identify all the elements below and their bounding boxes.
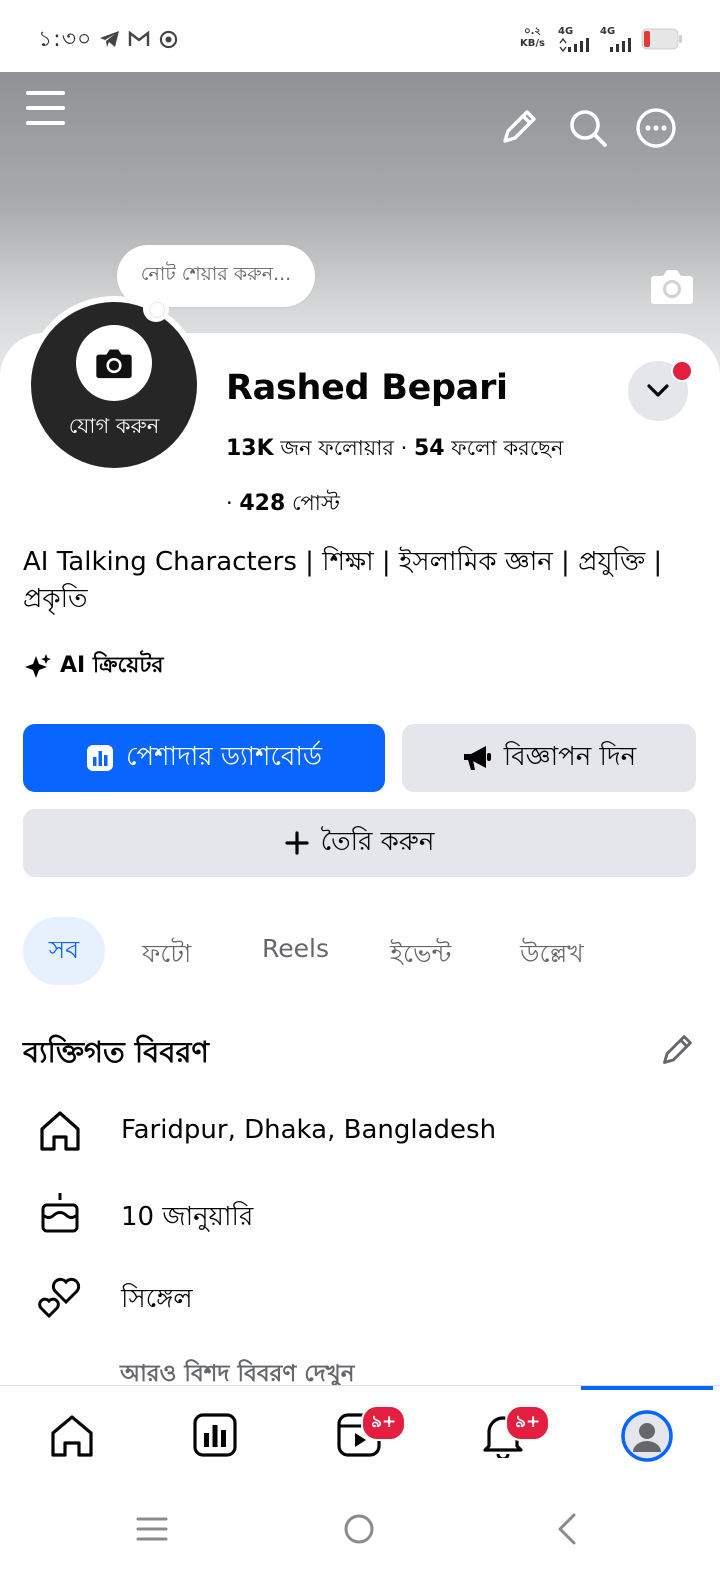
dashboard-label: পেশাদার ড্যাশবোর্ড xyxy=(125,742,323,772)
reels-badge: ৯+ xyxy=(361,1405,407,1441)
creator-label: AI ক্রিয়েটর xyxy=(60,653,164,678)
nav-active-indicator xyxy=(581,1386,713,1390)
megaphone-icon xyxy=(462,744,492,772)
avatar-add-label[interactable]: যোগ করুন xyxy=(31,410,197,445)
nav-profile-avatar[interactable] xyxy=(621,1410,673,1462)
menu-icon[interactable] xyxy=(26,88,66,128)
avatar-camera-icon[interactable] xyxy=(76,325,152,401)
note-share-bubble[interactable]: নোট শেয়ার করুন... xyxy=(117,245,315,307)
relationship-text: সিঙ্গেল xyxy=(121,1284,193,1314)
stats-separator: · xyxy=(226,491,240,515)
more-options-icon[interactable] xyxy=(635,107,677,149)
home-location-icon xyxy=(38,1109,82,1153)
system-home-icon[interactable] xyxy=(343,1513,375,1545)
advertise-button[interactable]: বিজ্ঞাপন দিন xyxy=(402,724,696,792)
tab-reels[interactable]: Reels xyxy=(262,934,329,963)
system-recents-icon[interactable] xyxy=(136,1515,168,1543)
stats-separator: · xyxy=(400,436,414,460)
following-count[interactable]: 54 xyxy=(414,436,445,461)
notification-dot xyxy=(671,360,693,382)
notifications-badge: ৯+ xyxy=(505,1405,551,1441)
followers-count[interactable]: 13K xyxy=(226,436,274,461)
tab-events[interactable]: ইভেন্ট xyxy=(390,934,451,977)
network-speed: ০.২ KB/s xyxy=(520,26,545,50)
search-icon[interactable] xyxy=(568,108,608,148)
edit-details-icon[interactable] xyxy=(660,1033,694,1067)
telegram-icon xyxy=(99,30,121,48)
signal1-label: 4G xyxy=(558,26,574,37)
birthday-cake-icon xyxy=(39,1191,81,1235)
plus-icon xyxy=(285,831,309,855)
personal-details-heading: ব্যক্তিগত বিবরণ xyxy=(23,1035,209,1069)
tab-mentions[interactable]: উল্লেখ xyxy=(520,934,584,977)
tab-all[interactable]: সব xyxy=(23,917,105,985)
signal-2-icon: 4G xyxy=(600,26,636,53)
signal-1-icon: 4G xyxy=(558,26,594,53)
tab-photos[interactable]: ফটো xyxy=(142,934,191,977)
relationship-hearts-icon xyxy=(37,1274,83,1318)
battery-icon xyxy=(641,28,683,50)
cover-camera-icon[interactable] xyxy=(650,267,694,305)
profile-name: Rashed Bepari xyxy=(226,368,508,408)
posts-label: পোস্ট xyxy=(291,491,340,515)
followers-label[interactable]: জন ফলোয়ার xyxy=(280,436,394,460)
nav-dashboard-icon[interactable] xyxy=(193,1413,237,1457)
note-bubble-dot-small xyxy=(149,302,165,318)
net-speed-unit: KB/s xyxy=(520,38,545,49)
create-button[interactable]: তৈরি করুন xyxy=(23,809,696,877)
professional-dashboard-button[interactable]: পেশাদার ড্যাশবোর্ড xyxy=(23,724,385,792)
posts-count: 428 xyxy=(239,491,286,516)
net-speed-value: ০.২ xyxy=(524,26,541,37)
ads-label: বিজ্ঞাপন দিন xyxy=(503,742,637,772)
location-text: Faridpur, Dhaka, Bangladesh xyxy=(121,1115,497,1145)
following-label[interactable]: ফলো করছেন xyxy=(451,436,563,460)
chrome-icon xyxy=(159,30,178,49)
dashboard-chart-icon xyxy=(86,744,114,772)
system-back-icon[interactable] xyxy=(555,1512,579,1546)
gmail-icon xyxy=(128,31,150,47)
create-label: তৈরি করুন xyxy=(320,827,435,857)
creator-category: AI ক্রিয়েটর xyxy=(22,648,163,685)
avatar[interactable]: যোগ করুন xyxy=(31,302,197,468)
status-time: ১:৩০ xyxy=(38,27,93,52)
edit-pencil-icon[interactable] xyxy=(500,108,538,146)
profile-stats-line-1: 13K জন ফলোয়ার · 54 ফলো করছেন xyxy=(226,432,563,467)
profile-bio: AI Talking Characters | শিক্ষা | ইসলামিক… xyxy=(23,547,663,614)
profile-stats-line-2: · 428 পোস্ট xyxy=(226,487,340,522)
birthday-text: 10 জানুয়ারি xyxy=(121,1202,254,1232)
nav-home-icon[interactable] xyxy=(49,1413,95,1459)
ai-sparkle-icon xyxy=(22,652,52,682)
signal2-label: 4G xyxy=(600,26,616,37)
